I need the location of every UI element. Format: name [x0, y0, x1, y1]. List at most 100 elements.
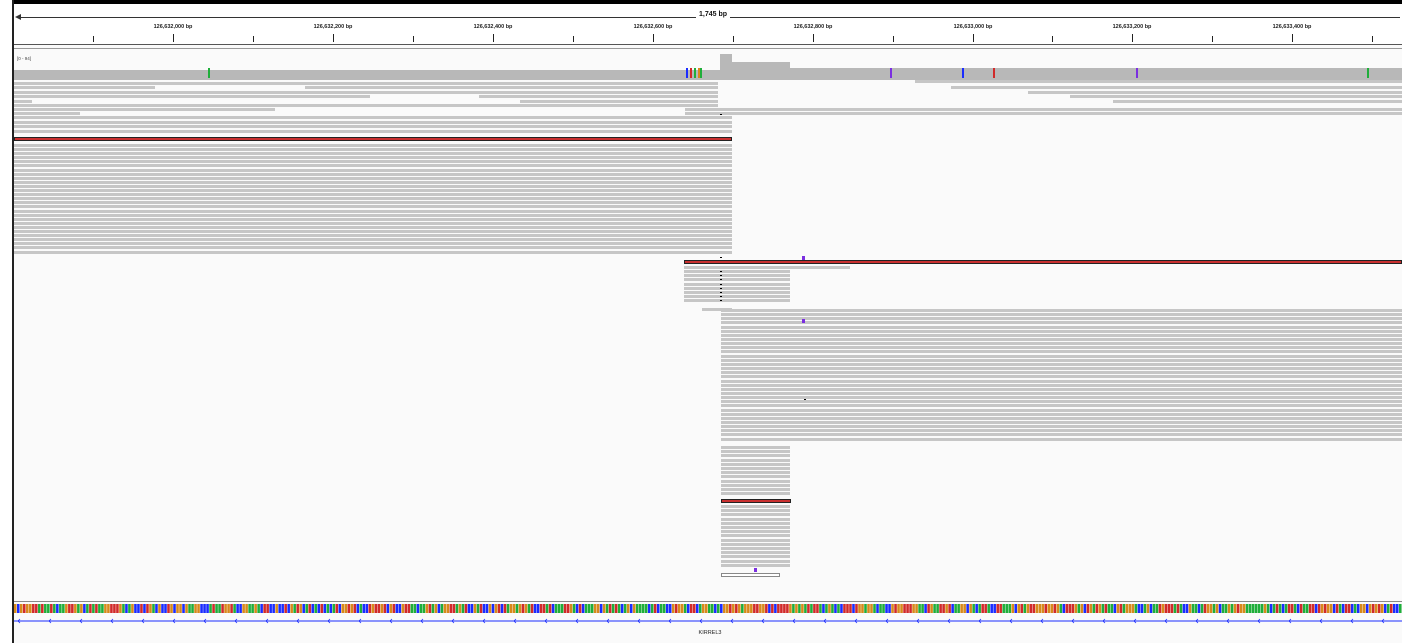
aligned-read[interactable] — [721, 375, 1402, 378]
aligned-read[interactable] — [721, 346, 1402, 349]
aligned-read[interactable] — [721, 326, 1402, 329]
aligned-read[interactable] — [684, 283, 790, 286]
aligned-read[interactable] — [684, 291, 790, 294]
aligned-read[interactable] — [721, 492, 790, 495]
aligned-read[interactable] — [14, 116, 732, 119]
aligned-read[interactable] — [14, 226, 732, 229]
aligned-read[interactable] — [721, 522, 790, 525]
aligned-read[interactable] — [721, 467, 790, 470]
aligned-read[interactable] — [721, 526, 790, 529]
aligned-read[interactable] — [14, 125, 732, 128]
aligned-read[interactable] — [721, 530, 790, 533]
aligned-read[interactable] — [721, 392, 1402, 395]
aligned-read[interactable] — [684, 266, 850, 269]
gene-track-kirrel3[interactable] — [14, 614, 1402, 628]
aligned-read[interactable] — [14, 148, 732, 151]
aligned-read[interactable] — [721, 454, 790, 457]
aligned-read[interactable] — [14, 185, 732, 188]
aligned-read[interactable] — [14, 246, 732, 249]
aligned-read[interactable] — [721, 342, 1402, 345]
aligned-read[interactable] — [684, 287, 790, 290]
aligned-read[interactable] — [721, 355, 1402, 358]
aligned-read[interactable] — [520, 100, 718, 103]
aligned-read[interactable] — [721, 413, 1402, 416]
aligned-read[interactable] — [721, 551, 790, 554]
aligned-read[interactable] — [721, 363, 1402, 366]
aligned-read[interactable] — [685, 112, 732, 115]
aligned-read[interactable] — [721, 564, 790, 567]
aligned-read[interactable] — [721, 367, 1402, 370]
aligned-read[interactable] — [14, 218, 732, 221]
aligned-read[interactable] — [14, 181, 732, 184]
aligned-read[interactable] — [14, 86, 155, 89]
aligned-read[interactable] — [721, 463, 790, 466]
aligned-read[interactable] — [721, 438, 1402, 441]
aligned-read[interactable] — [721, 539, 790, 542]
aligned-read[interactable] — [915, 80, 1402, 83]
highlighted-read[interactable] — [684, 260, 1402, 264]
aligned-read[interactable] — [14, 108, 275, 111]
aligned-read[interactable] — [14, 201, 732, 204]
aligned-read[interactable] — [14, 152, 732, 155]
aligned-read[interactable] — [721, 359, 1402, 362]
aligned-read[interactable] — [721, 488, 790, 491]
aligned-read[interactable] — [684, 278, 790, 281]
aligned-read[interactable] — [721, 547, 790, 550]
aligned-read[interactable] — [721, 518, 790, 521]
aligned-read[interactable] — [14, 91, 718, 94]
aligned-read[interactable] — [721, 380, 1402, 383]
aligned-read[interactable] — [721, 505, 790, 508]
aligned-read[interactable] — [721, 371, 1402, 374]
aligned-read[interactable] — [721, 429, 1402, 432]
aligned-read[interactable] — [685, 108, 732, 111]
aligned-read[interactable] — [721, 513, 790, 516]
aligned-read[interactable] — [14, 230, 732, 233]
aligned-read[interactable] — [14, 160, 732, 163]
aligned-read[interactable] — [14, 144, 732, 147]
highlighted-read[interactable] — [721, 499, 791, 503]
aligned-read[interactable] — [721, 384, 1402, 387]
aligned-read[interactable] — [721, 350, 1402, 353]
aligned-read-outlined[interactable] — [721, 573, 780, 577]
aligned-read[interactable] — [721, 330, 1402, 333]
aligned-read[interactable] — [951, 86, 1402, 89]
aligned-read[interactable] — [721, 471, 790, 474]
aligned-read[interactable] — [14, 95, 370, 98]
aligned-read[interactable] — [721, 459, 790, 462]
aligned-read[interactable] — [14, 193, 732, 196]
alignment-track[interactable] — [14, 80, 1402, 600]
aligned-read[interactable] — [14, 130, 732, 133]
aligned-read[interactable] — [721, 425, 1402, 428]
aligned-read[interactable] — [721, 417, 1402, 420]
aligned-read[interactable] — [684, 299, 790, 302]
aligned-read[interactable] — [14, 205, 732, 208]
aligned-read[interactable] — [14, 121, 732, 124]
aligned-read[interactable] — [721, 555, 790, 558]
aligned-read[interactable] — [684, 270, 790, 273]
aligned-read[interactable] — [14, 251, 732, 254]
aligned-read[interactable] — [721, 509, 790, 512]
aligned-read[interactable] — [14, 189, 732, 192]
aligned-read[interactable] — [14, 210, 732, 213]
aligned-read[interactable] — [721, 313, 1402, 316]
coverage-track[interactable] — [14, 54, 1402, 80]
aligned-read[interactable] — [721, 396, 1402, 399]
aligned-read[interactable] — [14, 177, 732, 180]
aligned-read[interactable] — [721, 321, 1402, 324]
aligned-read[interactable] — [14, 238, 732, 241]
aligned-read[interactable] — [721, 560, 790, 563]
aligned-read[interactable] — [14, 104, 718, 107]
aligned-read[interactable] — [721, 484, 790, 487]
aligned-read[interactable] — [721, 475, 790, 478]
aligned-read[interactable] — [721, 433, 1402, 436]
aligned-read[interactable] — [721, 309, 1402, 312]
aligned-read[interactable] — [14, 173, 732, 176]
aligned-read[interactable] — [14, 242, 732, 245]
aligned-read[interactable] — [14, 156, 732, 159]
aligned-read[interactable] — [721, 480, 790, 483]
aligned-read[interactable] — [14, 164, 732, 167]
aligned-read[interactable] — [721, 421, 1402, 424]
aligned-read[interactable] — [14, 222, 732, 225]
aligned-read[interactable] — [721, 409, 1402, 412]
aligned-read[interactable] — [721, 446, 790, 449]
